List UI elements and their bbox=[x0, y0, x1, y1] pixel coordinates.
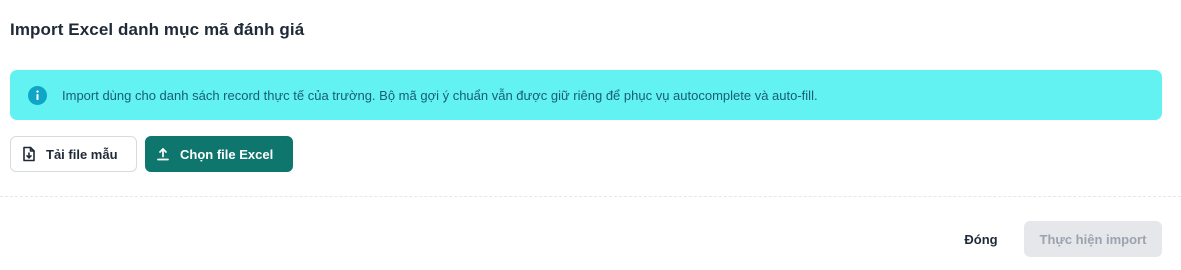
run-import-button[interactable]: Thực hiện import bbox=[1024, 221, 1162, 257]
file-download-icon bbox=[22, 146, 36, 162]
choose-excel-file-button[interactable]: Chọn file Excel bbox=[145, 136, 293, 172]
import-excel-dialog: Import Excel danh mục mã đánh giá Import… bbox=[0, 0, 1181, 270]
download-template-label: Tải file mẫu bbox=[46, 146, 118, 162]
dialog-title: Import Excel danh mục mã đánh giá bbox=[10, 20, 305, 39]
close-button[interactable]: Đóng bbox=[950, 222, 1012, 257]
download-template-button[interactable]: Tải file mẫu bbox=[10, 136, 137, 172]
footer-divider bbox=[0, 196, 1181, 197]
info-alert-text: Import dùng cho danh sách record thực tế… bbox=[62, 87, 818, 103]
choose-excel-file-label: Chọn file Excel bbox=[180, 146, 274, 162]
info-icon bbox=[28, 85, 47, 105]
upload-icon bbox=[156, 147, 170, 161]
info-alert: Import dùng cho danh sách record thực tế… bbox=[10, 70, 1162, 120]
